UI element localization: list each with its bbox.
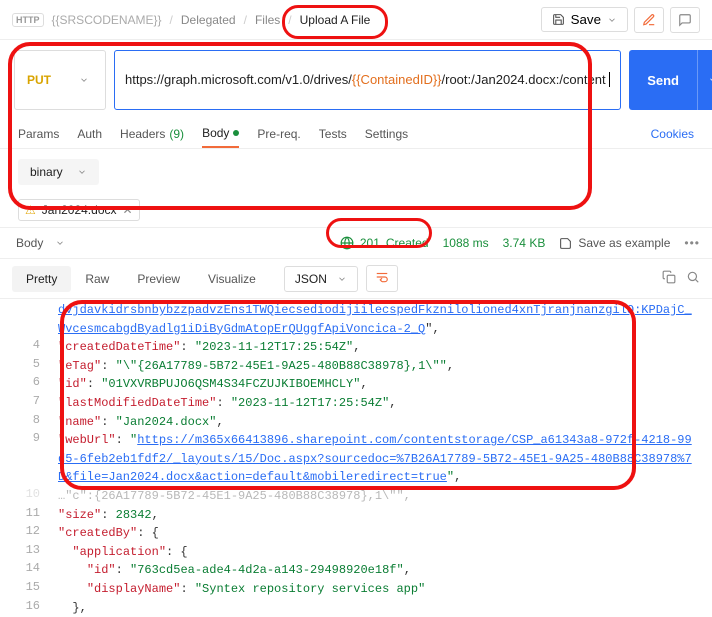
- save-as-example-button[interactable]: Save as example: [559, 236, 670, 250]
- tab-settings[interactable]: Settings: [365, 121, 408, 147]
- viewtab-preview[interactable]: Preview: [123, 266, 194, 292]
- save-icon: [552, 13, 565, 26]
- file-name: Jan2024.docx: [42, 203, 117, 217]
- tab-headers[interactable]: Headers (9): [120, 121, 184, 147]
- crumb-codename[interactable]: {{SRSCODENAME}}: [52, 13, 162, 27]
- crumb-current: Upload A File: [300, 13, 371, 27]
- body-type-select[interactable]: binary: [18, 159, 99, 185]
- tab-params[interactable]: Params: [18, 121, 59, 147]
- wrap-lines-button[interactable]: [366, 265, 398, 292]
- response-format-select[interactable]: JSON: [284, 266, 358, 292]
- search-response-button[interactable]: [686, 270, 700, 287]
- chevron-down-icon: [77, 167, 87, 177]
- save-button[interactable]: Save: [541, 7, 628, 32]
- comment-icon: [678, 13, 692, 27]
- remove-file-button[interactable]: ✕: [123, 203, 133, 217]
- response-time: 1088 ms: [443, 236, 489, 250]
- chevron-down-icon: [708, 75, 712, 85]
- url-input[interactable]: https://graph.microsoft.com/v1.0/drives/…: [114, 50, 621, 110]
- response-body[interactable]: dvjdavkidrsbnbybzzpadvzEns1TWQiecsediodi…: [0, 299, 712, 617]
- tab-body[interactable]: Body: [202, 120, 239, 148]
- chevron-down-icon: [79, 75, 89, 85]
- crumb-delegated[interactable]: Delegated: [181, 13, 236, 27]
- send-button[interactable]: Send: [629, 50, 697, 110]
- viewtab-pretty[interactable]: Pretty: [12, 266, 71, 292]
- save-icon: [559, 237, 572, 250]
- search-icon: [686, 270, 700, 284]
- warning-icon: ⚠: [25, 203, 36, 217]
- response-section-label: Body: [16, 236, 43, 250]
- viewtab-visualize[interactable]: Visualize: [194, 266, 270, 292]
- edit-button[interactable]: [634, 7, 664, 33]
- method-select[interactable]: PUT: [14, 50, 106, 110]
- tab-auth[interactable]: Auth: [77, 121, 102, 147]
- chevron-down-icon: [337, 274, 347, 284]
- copy-icon: [662, 270, 676, 284]
- crumb-files[interactable]: Files: [255, 13, 280, 27]
- send-options-button[interactable]: [697, 50, 712, 110]
- globe-icon: [340, 236, 354, 250]
- cookies-link[interactable]: Cookies: [651, 127, 694, 141]
- response-size: 3.74 KB: [503, 236, 546, 250]
- wrap-icon: [375, 271, 389, 283]
- chevron-down-icon[interactable]: [55, 238, 65, 248]
- tab-prereq[interactable]: Pre-req.: [257, 121, 300, 147]
- pencil-icon: [642, 13, 656, 27]
- copy-button[interactable]: [662, 270, 676, 287]
- http-method-icon: HTTP: [12, 13, 44, 27]
- more-menu[interactable]: •••: [684, 236, 700, 250]
- binary-file-chip[interactable]: ⚠ Jan2024.docx ✕: [18, 199, 140, 221]
- breadcrumb: HTTP {{SRSCODENAME}} / Delegated / Files…: [12, 13, 541, 27]
- dirty-dot-icon: [233, 130, 239, 136]
- chevron-down-icon: [607, 15, 617, 25]
- tab-tests[interactable]: Tests: [319, 121, 347, 147]
- viewtab-raw[interactable]: Raw: [71, 266, 123, 292]
- comment-button[interactable]: [670, 7, 700, 33]
- status-badge: 201 Created: [340, 236, 429, 250]
